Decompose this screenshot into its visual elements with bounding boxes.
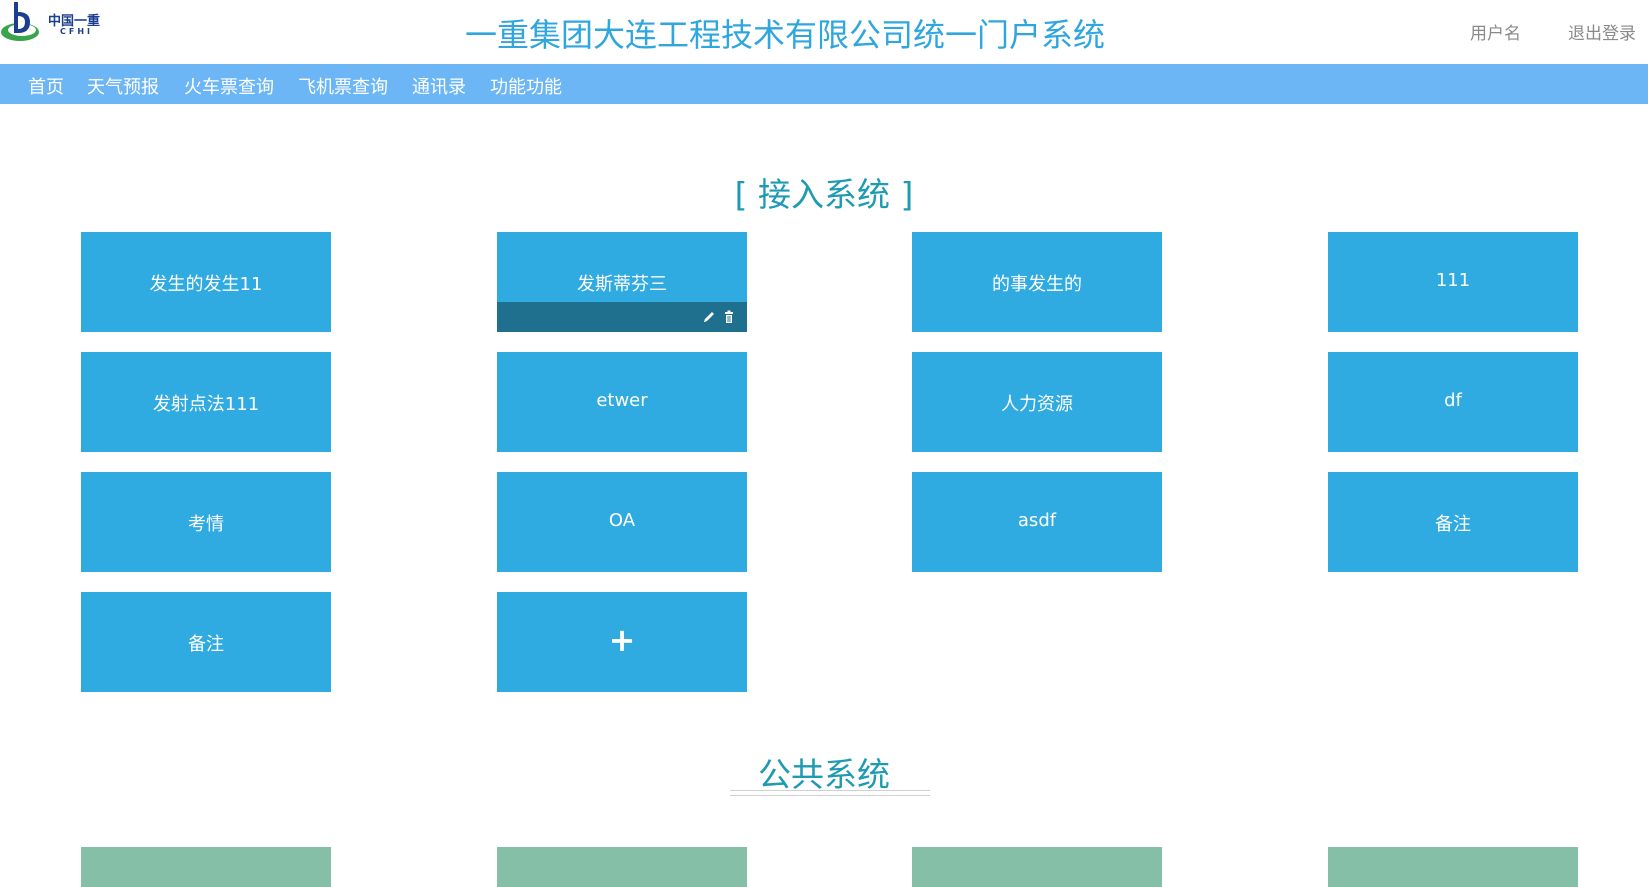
system-tile[interactable]: 发生的发生11 <box>81 232 331 332</box>
system-tile-label: 考情 <box>188 514 224 535</box>
add-system-button[interactable]: + <box>497 592 747 692</box>
system-tile[interactable]: etwer <box>497 352 747 452</box>
nav-item-flight[interactable]: 飞机票查询 <box>298 73 388 99</box>
logout-link[interactable]: 退出登录 <box>1568 19 1636 44</box>
public-system-tile[interactable] <box>912 847 1162 887</box>
system-tile[interactable]: 人力资源 <box>912 352 1162 452</box>
system-tile-label: 发斯蒂芬三 <box>577 274 667 295</box>
cfhi-logo-icon <box>1 2 39 41</box>
public-section-title: 公共系统 <box>758 755 890 794</box>
system-tile[interactable]: 的事发生的 <box>912 232 1162 332</box>
system-tile[interactable]: df <box>1328 352 1578 452</box>
nav-item-home[interactable]: 首页 <box>28 73 64 99</box>
edit-pencil-icon[interactable] <box>701 309 717 325</box>
plus-icon: + <box>608 621 636 659</box>
public-title-underline <box>730 790 930 796</box>
system-tile[interactable]: 备注 <box>81 592 331 692</box>
system-tile[interactable]: OA <box>497 472 747 572</box>
system-tile[interactable]: 备注 <box>1328 472 1578 572</box>
system-tile[interactable]: 发斯蒂芬三 <box>497 232 747 332</box>
system-tile[interactable]: asdf <box>912 472 1162 572</box>
site-title: 一重集团大连工程技术有限公司统一门户系统 <box>464 16 1105 54</box>
cfhi-logo[interactable]: 中国一重 CFHI <box>0 0 130 50</box>
access-section-title: [ 接入系统 ] <box>734 175 914 214</box>
system-tile[interactable]: 111 <box>1328 232 1578 332</box>
delete-trash-icon[interactable] <box>721 309 737 325</box>
public-system-tile[interactable] <box>497 847 747 887</box>
nav-item-functions[interactable]: 功能功能 <box>490 73 562 99</box>
public-system-tile[interactable] <box>1328 847 1578 887</box>
nav-item-train[interactable]: 火车票查询 <box>184 73 274 99</box>
system-tile-label: 发射点法111 <box>152 394 260 415</box>
system-tile-label: 人力资源 <box>1001 394 1073 415</box>
system-tile-label: df <box>1444 390 1462 411</box>
system-tile[interactable]: 发射点法111 <box>81 352 331 452</box>
system-tile-label: OA <box>608 510 636 531</box>
system-tile-label: 的事发生的 <box>992 274 1082 295</box>
nav-item-contacts[interactable]: 通讯录 <box>412 73 466 99</box>
tile-action-bar <box>497 302 747 332</box>
username-link[interactable]: 用户名 <box>1470 19 1521 44</box>
system-tile-label: etwer <box>596 390 648 411</box>
main-nav: 首页 天气预报 火车票查询 飞机票查询 通讯录 功能功能 <box>0 64 1648 104</box>
system-tile-label: asdf <box>1017 510 1057 531</box>
public-system-tile[interactable] <box>81 847 331 887</box>
header: 中国一重 CFHI 一重集团大连工程技术有限公司统一门户系统 用户名 退出登录 <box>0 0 1648 64</box>
system-tile-label: 发生的发生11 <box>149 274 263 295</box>
logo-text-en: CFHI <box>60 27 94 36</box>
system-tile-label: 备注 <box>1435 514 1471 535</box>
system-tile-label: 备注 <box>188 634 224 655</box>
system-tile-label: 111 <box>1435 270 1471 291</box>
system-tile[interactable]: 考情 <box>81 472 331 572</box>
nav-item-weather[interactable]: 天气预报 <box>87 73 159 99</box>
